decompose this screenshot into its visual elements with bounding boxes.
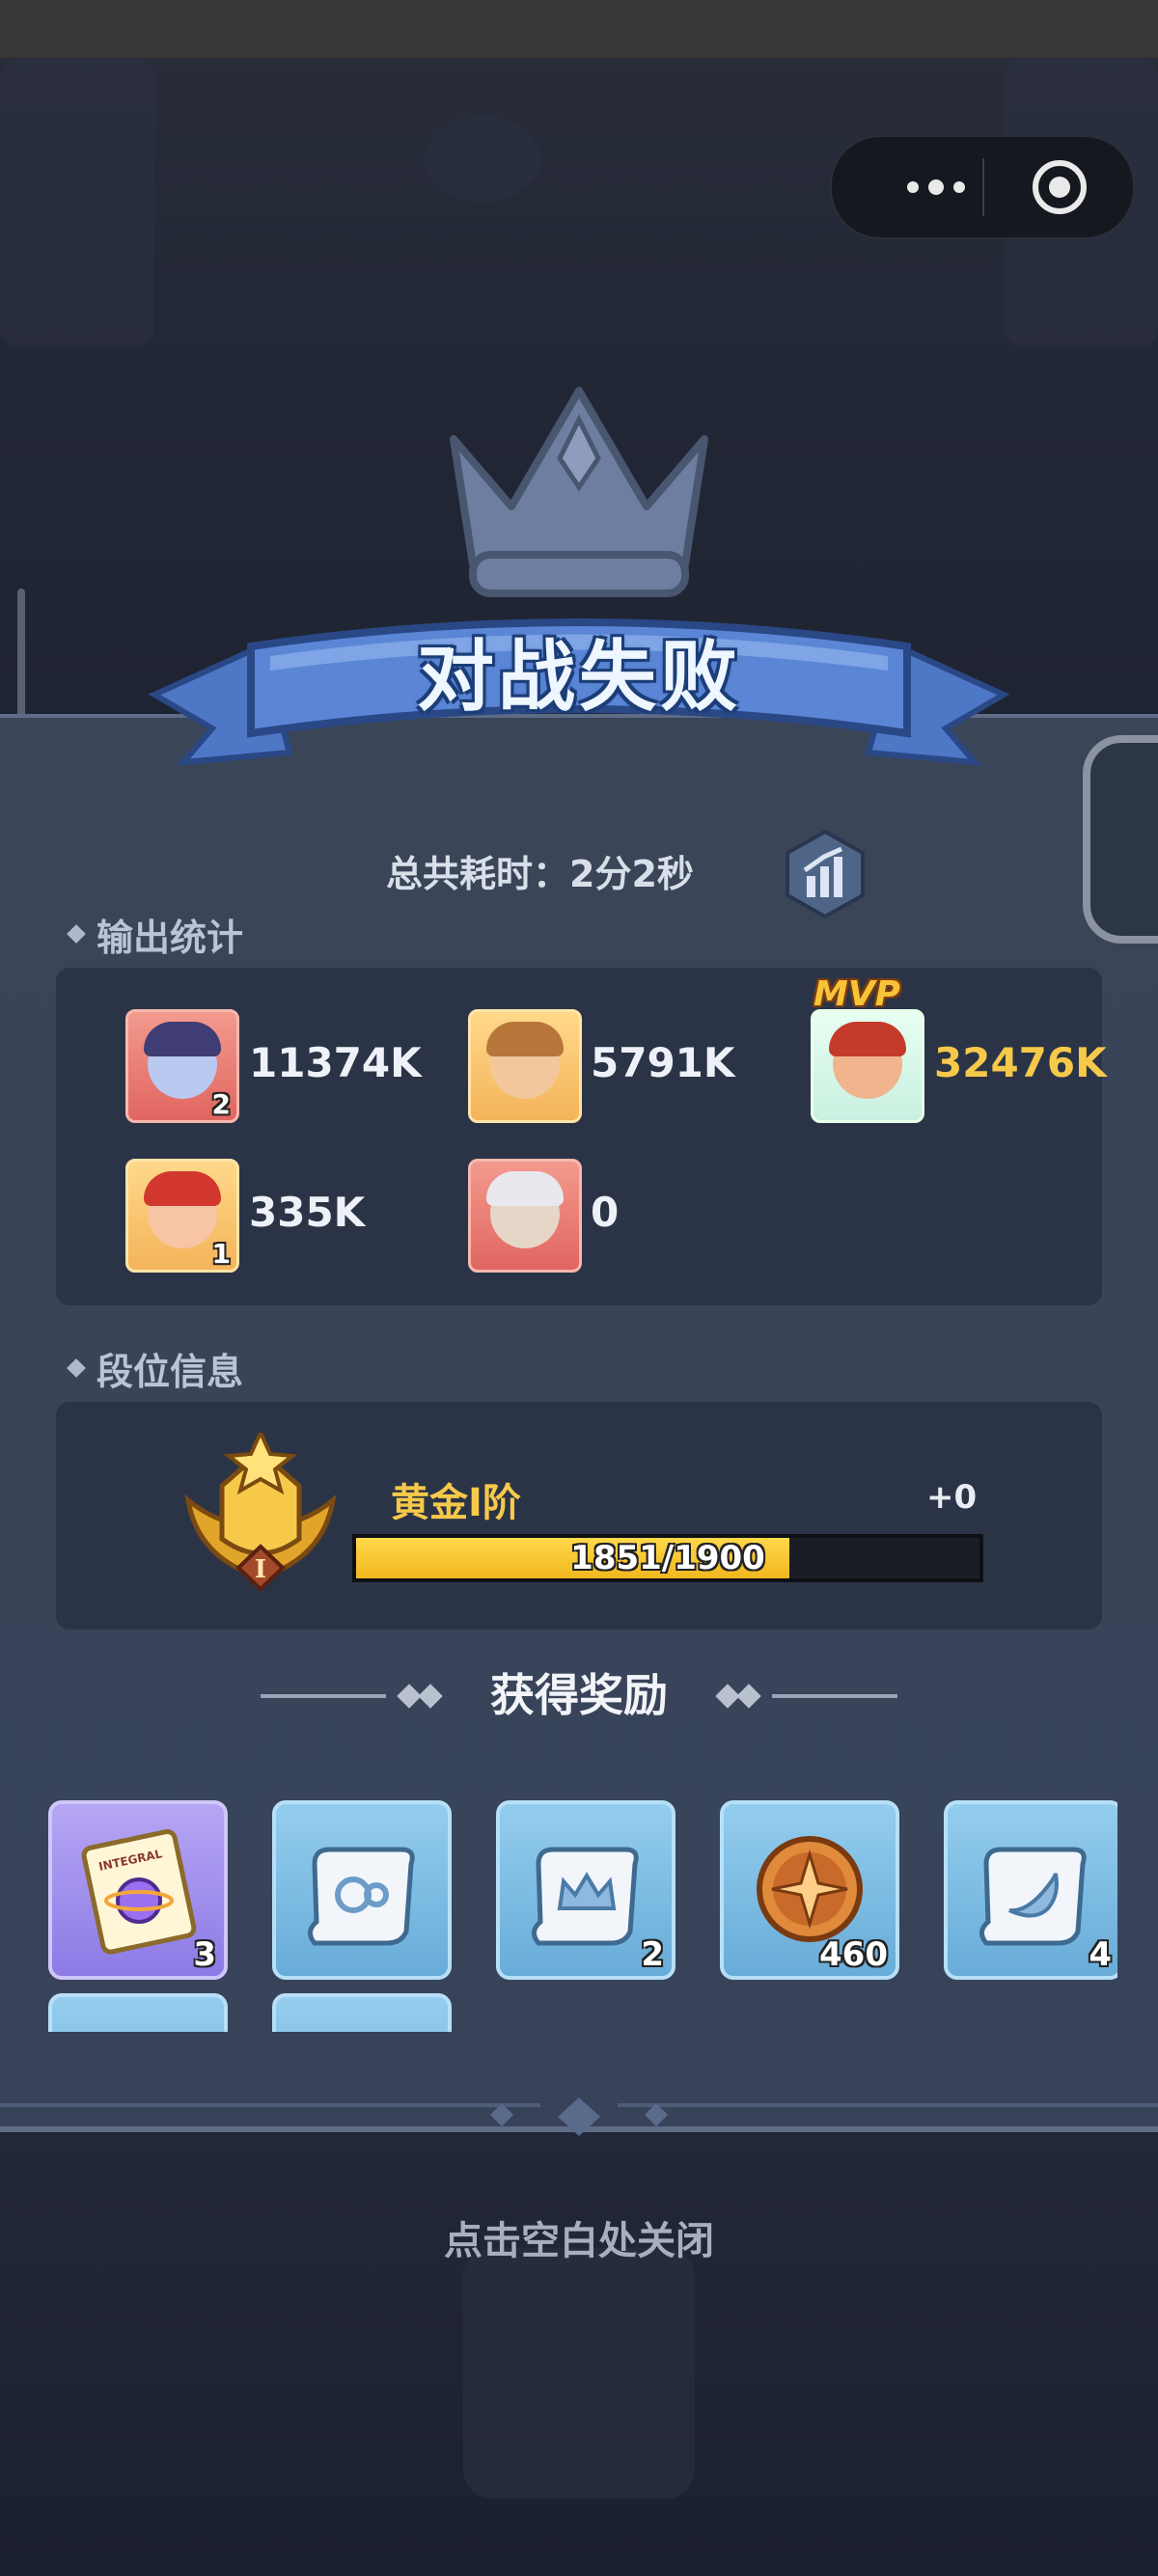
stats-chart-button[interactable] <box>782 828 868 920</box>
capsule-divider <box>982 158 984 216</box>
scroll-crown-icon <box>532 1847 639 1946</box>
reward-quantity: 460 <box>819 1935 888 1974</box>
hero-damage-4: 335K <box>249 1189 366 1236</box>
close-miniprogram-icon[interactable] <box>1031 158 1089 216</box>
game-background-bottom <box>0 2123 1158 2576</box>
hero-portrait-4[interactable]: 1 <box>125 1159 239 1273</box>
rewards-header: 获得奖励 <box>0 1661 1158 1729</box>
hero-damage-mvp: 32476K <box>934 1039 1107 1086</box>
rank-points-delta: +0 <box>926 1478 978 1517</box>
tap-to-close-hint[interactable]: 点击空白处关闭 <box>0 2209 1158 2265</box>
reward-quantity: 2 <box>641 1935 664 1974</box>
hero-damage-2: 5791K <box>591 1039 735 1086</box>
rank-progress-bar: 1851/1900 <box>352 1534 983 1582</box>
scroll-horn-icon <box>979 1847 1087 1946</box>
rewards-list[interactable]: INTEGRAL 3 2 460 4 <box>46 1800 1117 2032</box>
hero-damage-1: 11374K <box>249 1039 422 1086</box>
total-time-row: 总共耗时： 2分2秒 <box>386 841 694 899</box>
rewards-title: 获得奖励 <box>490 1669 668 1721</box>
hero-portrait-5[interactable] <box>468 1159 582 1273</box>
output-stats-heading: 输出统计 <box>67 907 244 961</box>
reward-item-partial[interactable] <box>272 1993 452 2032</box>
diamond-bullet-icon <box>67 1358 86 1378</box>
bg-pillar-left <box>0 58 154 347</box>
total-time-value: 2分2秒 <box>569 852 694 895</box>
rank-emblem-numeral: I <box>255 1555 266 1584</box>
rank-name: 黄金I阶 <box>391 1481 521 1525</box>
hero-level-badge: 1 <box>211 1238 231 1270</box>
hero-portrait-1[interactable]: 2 <box>125 1009 239 1123</box>
reward-item-scroll[interactable] <box>272 1800 452 1980</box>
hero-portrait-mvp[interactable] <box>811 1009 924 1123</box>
integral-ticket-icon: INTEGRAL <box>81 1829 197 1955</box>
hero-portrait-2[interactable] <box>468 1009 582 1123</box>
reward-quantity: 4 <box>1089 1935 1112 1974</box>
reward-item-scroll-horn[interactable]: 4 <box>944 1800 1117 1980</box>
rank-info-heading-text: 段位信息 <box>96 1350 244 1393</box>
reward-quantity: 3 <box>193 1935 216 1974</box>
battle-result-title: 对战失败 <box>417 632 741 722</box>
miniprogram-capsule <box>830 135 1135 239</box>
diamond-bullet-icon <box>67 924 86 944</box>
panel-bottom-ornament <box>0 2097 1158 2136</box>
crown-icon <box>450 387 708 597</box>
rank-info-heading: 段位信息 <box>67 1341 244 1395</box>
bg-hero-silhouette <box>463 2248 695 2499</box>
reward-item-integral[interactable]: INTEGRAL 3 <box>48 1800 228 1980</box>
more-menu-button[interactable] <box>878 137 994 237</box>
hero-level-badge: 2 <box>211 1088 231 1120</box>
rank-progress-text: 1851/1900 <box>570 1539 765 1577</box>
scroll-icon <box>308 1847 415 1946</box>
reward-item-scroll-crown[interactable]: 2 <box>496 1800 676 1980</box>
side-tab-button[interactable] <box>1083 735 1158 944</box>
total-time-label: 总共耗时： <box>386 852 570 895</box>
mvp-badge: MVP <box>813 974 901 1014</box>
bg-character-silhouette <box>425 116 540 203</box>
gold-rank-emblem-icon: I <box>184 1433 337 1592</box>
hero-damage-5: 0 <box>591 1189 620 1236</box>
output-stats-heading-text: 输出统计 <box>96 916 244 959</box>
top-strip <box>0 0 1158 58</box>
reward-item-coin[interactable]: 460 <box>720 1800 899 1980</box>
reward-item-partial[interactable] <box>48 1993 228 2032</box>
